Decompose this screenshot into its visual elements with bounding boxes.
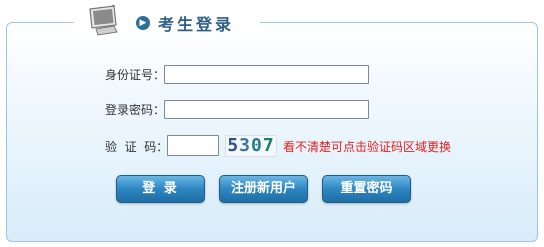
header: ▶ 考生登录 — [136, 12, 234, 34]
id-number-input[interactable] — [164, 65, 369, 84]
arrow-right-icon: ▶ — [136, 16, 150, 30]
captcha-image[interactable]: 5307 — [225, 135, 277, 157]
captcha-digit: 5 — [227, 135, 240, 156]
id-number-label: 身份证号： — [105, 68, 166, 82]
page-title: 考生登录 — [158, 15, 235, 34]
captcha-hint: 看不清楚可点击验证码区域更换 — [283, 140, 452, 154]
password-label: 登录密码： — [105, 103, 166, 117]
computer-monitor-icon — [89, 5, 118, 36]
login-panel — [6, 22, 538, 242]
captcha-label: 验 证 码： — [105, 140, 169, 154]
captcha-digit: 0 — [251, 135, 263, 156]
captcha-input[interactable] — [167, 135, 219, 156]
reset-password-button[interactable]: 重置密码 — [322, 175, 411, 203]
password-input[interactable] — [164, 100, 369, 119]
captcha-digit: 3 — [239, 135, 251, 156]
register-button[interactable]: 注册新用户 — [219, 175, 308, 203]
captcha-digit: 7 — [262, 135, 275, 156]
login-button[interactable]: 登 录 — [116, 175, 205, 203]
